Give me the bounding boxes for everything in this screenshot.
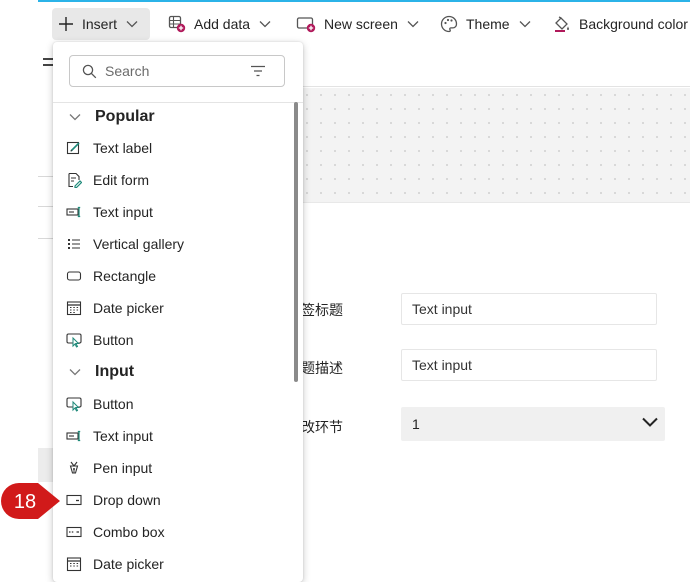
chevron-down-icon [407, 21, 419, 28]
item-label: Text input [93, 204, 153, 220]
text-input-icon [66, 428, 82, 444]
form-label: 签标题 [301, 302, 343, 318]
chevron-down-icon [67, 364, 83, 380]
combo-box-icon [66, 524, 82, 540]
item-label: Button [93, 396, 134, 412]
insert-item-button[interactable]: Button [53, 388, 289, 420]
item-label: Combo box [93, 524, 165, 540]
insert-item-date-picker[interactable]: Date picker [53, 292, 289, 324]
chevron-down-icon [642, 417, 658, 427]
button-icon [66, 396, 82, 412]
insert-item-text-input[interactable]: Text input [53, 196, 289, 228]
section-header-popular[interactable]: Popular [53, 101, 289, 133]
insert-item-rectangle[interactable]: Rectangle [53, 260, 289, 292]
text-input-field[interactable]: Text input [401, 349, 657, 381]
insert-button[interactable]: Insert [52, 8, 150, 40]
text-input-icon [66, 204, 82, 220]
pen-icon [66, 460, 82, 476]
dropdown-icon [66, 492, 82, 508]
calendar-icon [66, 300, 82, 316]
insert-item-button[interactable]: Button [53, 324, 289, 356]
insert-item-text-input[interactable]: Text input [53, 420, 289, 452]
insert-item-drop-down[interactable]: Drop down [53, 484, 289, 516]
dropdown-value: 1 [412, 416, 420, 432]
tree-item-highlight [38, 448, 54, 482]
panel-scrollbar[interactable] [294, 102, 298, 382]
insert-item-vertical-gallery[interactable]: Vertical gallery [53, 228, 289, 260]
vertical-gallery-icon [66, 236, 82, 252]
search-icon [82, 64, 97, 78]
item-label: Text label [93, 140, 153, 156]
button-icon [66, 332, 82, 348]
item-label: Drop down [93, 492, 161, 508]
search-placeholder: Search [105, 63, 150, 79]
item-label: Button [93, 332, 134, 348]
divider [38, 206, 54, 207]
item-label: Vertical gallery [93, 236, 185, 252]
chevron-down-icon [67, 109, 83, 125]
insert-panel: Search Popular Text label Edit form Text… [53, 42, 303, 582]
insert-item-pen-input[interactable]: Pen input [53, 452, 289, 484]
item-label: Date picker [93, 300, 164, 316]
divider [38, 238, 54, 239]
chevron-down-icon [126, 21, 138, 28]
section-title: Popular [95, 108, 155, 125]
command-bar: Insert Add data New screen Theme Backgro… [38, 2, 690, 44]
text-input-value: Text input [412, 301, 472, 317]
theme-label: Theme [466, 16, 510, 32]
item-label: Date picker [93, 556, 164, 572]
insert-label: Insert [82, 16, 118, 32]
form-label: 题描述 [301, 360, 343, 376]
item-label: Rectangle [93, 268, 157, 284]
form-label: 改环节 [301, 419, 343, 435]
insert-item-date-picker[interactable]: Date picker [53, 548, 289, 580]
palette-icon [440, 15, 458, 33]
filter-icon[interactable] [250, 65, 266, 77]
new-screen-button[interactable]: New screen [296, 8, 419, 40]
text-input-value: Text input [412, 357, 472, 373]
divider [38, 176, 54, 177]
section-header-input[interactable]: Input [53, 356, 289, 388]
step-badge: 18 [1, 483, 60, 519]
item-label: Text input [93, 428, 153, 444]
item-label: Pen input [93, 460, 153, 476]
add-data-button[interactable]: Add data [168, 8, 271, 40]
add-data-label: Add data [194, 16, 251, 32]
canvas-border [300, 202, 690, 203]
background-color-label: Background color [579, 16, 688, 32]
calendar-icon [66, 556, 82, 572]
search-input[interactable]: Search [69, 55, 285, 87]
theme-button[interactable]: Theme [440, 8, 531, 40]
chevron-down-icon [259, 21, 271, 28]
new-screen-icon [296, 17, 316, 33]
insert-item-text-label[interactable]: Text label [53, 132, 289, 164]
plus-icon [59, 17, 73, 31]
background-color-button[interactable]: Background color [553, 8, 688, 40]
edit-form-icon [66, 172, 82, 188]
item-label: Edit form [93, 172, 150, 188]
text-label-icon [66, 140, 82, 156]
dropdown-field[interactable]: 1 [401, 407, 665, 441]
step-number: 18 [14, 491, 36, 513]
new-screen-label: New screen [324, 16, 398, 32]
chevron-down-icon [519, 21, 531, 28]
insert-item-combo-box[interactable]: Combo box [53, 516, 289, 548]
rectangle-icon [66, 268, 82, 284]
canvas-dotted-area [300, 88, 690, 202]
table-add-icon [168, 15, 186, 33]
insert-item-edit-form[interactable]: Edit form [53, 164, 289, 196]
canvas-border [300, 86, 690, 87]
paint-bucket-icon [555, 16, 569, 32]
text-input-field[interactable]: Text input [401, 293, 657, 325]
section-title: Input [95, 363, 135, 380]
